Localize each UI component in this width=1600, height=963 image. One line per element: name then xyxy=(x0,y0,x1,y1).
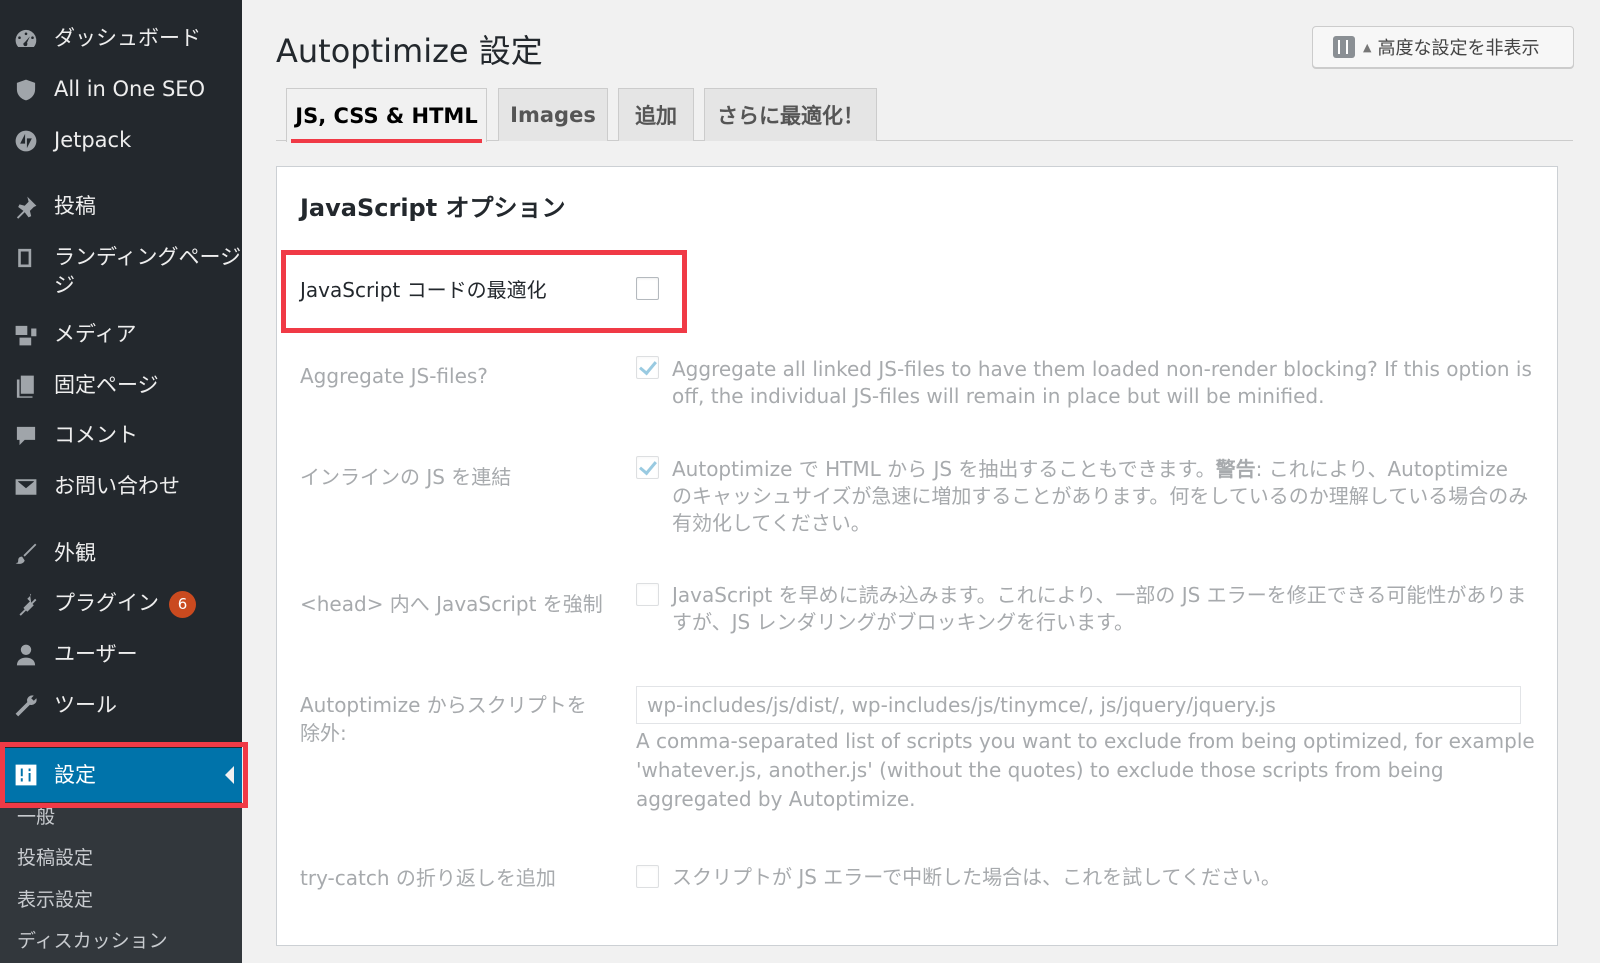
jetpack-icon xyxy=(11,126,41,156)
comment-icon xyxy=(11,421,41,451)
sidebar-item-media[interactable]: メディア xyxy=(0,320,242,350)
settings-submenu: 一般 投稿設定 表示設定 ディスカッション xyxy=(0,802,242,963)
sidebar-item-label: ユーザー xyxy=(54,642,138,666)
sidebar-item-users[interactable]: ユーザー xyxy=(0,640,242,670)
description-text: Autoptimize で HTML から JS を抽出することもできます。 xyxy=(672,457,1216,481)
sidebar-item-label: 外観 xyxy=(54,541,96,565)
aggregate-js-checkbox[interactable] xyxy=(636,356,659,379)
sidebar-item-posts[interactable]: 投稿 xyxy=(0,192,242,222)
sidebar-item-pages[interactable]: 固定ページ xyxy=(0,371,242,401)
optimize-js-label: JavaScript コードの最適化 xyxy=(300,278,547,302)
active-tab-underline xyxy=(291,139,482,143)
sidebar-item-label: ランディングページジ xyxy=(54,243,241,299)
tab-extra[interactable]: 追加 xyxy=(618,88,694,141)
sidebar-item-plugins[interactable]: プラグイン 6 xyxy=(0,589,242,619)
sidebar-item-label: ツール xyxy=(54,693,117,717)
optimize-js-checkbox[interactable] xyxy=(636,277,659,300)
wrench-icon xyxy=(11,691,41,721)
submenu-item-reading[interactable]: 表示設定 xyxy=(17,885,93,912)
update-count-badge: 6 xyxy=(169,590,196,618)
pages-icon xyxy=(11,371,41,401)
sidebar-item-label: お問い合わせ xyxy=(54,474,180,498)
try-catch-label: try-catch の折り返しを追加 xyxy=(300,866,556,890)
advanced-settings-toggle-button[interactable]: ▲ 高度な設定を非表示 xyxy=(1312,26,1574,68)
aggregate-js-label: Aggregate JS-files? xyxy=(300,364,488,388)
exclude-scripts-label: Autoptimize からスクリプトを除外: xyxy=(300,693,587,745)
force-head-description: JavaScript を早めに読み込みます。これにより、一部の JS エラーを修… xyxy=(672,583,1527,634)
page-title: Autoptimize 設定 xyxy=(276,32,543,70)
sidebar-item-appearance[interactable]: 外観 xyxy=(0,539,242,569)
force-head-label: <head> 内へ JavaScript を強制 xyxy=(300,592,603,616)
exclude-scripts-help: A comma-separated list of scripts you wa… xyxy=(636,729,1535,811)
label-line-1: ランディングページ xyxy=(54,245,242,269)
try-catch-description: スクリプトが JS エラーで中断した場合は、これを試してください。 xyxy=(672,865,1281,889)
sidebar-item-label: All in One SEO xyxy=(54,77,206,101)
admin-sidebar: ダッシュボード All in One SEO Jetpack 投稿 ランディング… xyxy=(0,0,242,963)
plugin-icon xyxy=(11,589,41,619)
mail-icon xyxy=(11,472,41,502)
sidebar-item-label: コメント xyxy=(54,423,138,447)
settings-highlight-box xyxy=(0,742,248,808)
sidebar-item-label: 投稿 xyxy=(54,194,96,218)
sidebar-item-label: Jetpack xyxy=(54,128,132,152)
sidebar-item-aioseo[interactable]: All in One SEO xyxy=(0,75,242,105)
shield-icon xyxy=(11,75,41,105)
pin-icon xyxy=(11,192,41,222)
submenu-item-writing[interactable]: 投稿設定 xyxy=(17,843,93,870)
media-icon xyxy=(11,320,41,350)
caret-up-icon: ▲ xyxy=(1363,40,1372,54)
aggregate-js-description: Aggregate all linked JS-files to have th… xyxy=(672,357,1532,408)
inline-js-label: インラインの JS を連結 xyxy=(300,465,512,489)
sidebar-item-tools[interactable]: ツール xyxy=(0,691,242,721)
sidebar-item-label: ダッシュボード xyxy=(54,26,201,50)
inline-js-checkbox[interactable] xyxy=(636,456,659,479)
section-title: JavaScript オプション xyxy=(300,194,566,222)
brush-icon xyxy=(11,539,41,569)
tab-optimize-more[interactable]: さらに最適化！ xyxy=(704,88,877,141)
sidebar-item-jetpack[interactable]: Jetpack xyxy=(0,126,242,156)
submenu-item-discussion[interactable]: ディスカッション xyxy=(17,926,168,953)
page-icon xyxy=(11,243,41,273)
sidebar-item-comments[interactable]: コメント xyxy=(0,421,242,451)
label-text: プラグイン xyxy=(54,591,159,615)
sidebar-item-label: 固定ページ xyxy=(54,373,159,397)
label-line-2: ジ xyxy=(54,273,75,297)
settings-icon xyxy=(1333,36,1355,58)
try-catch-checkbox[interactable] xyxy=(636,865,659,888)
exclude-scripts-input[interactable] xyxy=(636,686,1521,724)
sidebar-item-contact[interactable]: お問い合わせ xyxy=(0,472,242,502)
tab-js-css-html[interactable]: JS, CSS & HTML xyxy=(286,88,487,142)
sidebar-item-label: メディア xyxy=(54,322,137,346)
sidebar-item-landing-pages[interactable]: ランディングページジ xyxy=(0,243,242,299)
tab-images[interactable]: Images xyxy=(498,88,608,141)
inline-js-description: Autoptimize で HTML から JS を抽出することもできます。警告… xyxy=(672,456,1532,537)
dashboard-icon xyxy=(11,24,41,54)
user-icon xyxy=(11,640,41,670)
warning-label: 警告 xyxy=(1215,457,1256,481)
sidebar-item-label: プラグイン 6 xyxy=(54,589,196,618)
sidebar-item-dashboard[interactable]: ダッシュボード xyxy=(0,24,242,54)
force-head-checkbox[interactable] xyxy=(636,583,659,606)
toggle-label: 高度な設定を非表示 xyxy=(1377,38,1540,59)
